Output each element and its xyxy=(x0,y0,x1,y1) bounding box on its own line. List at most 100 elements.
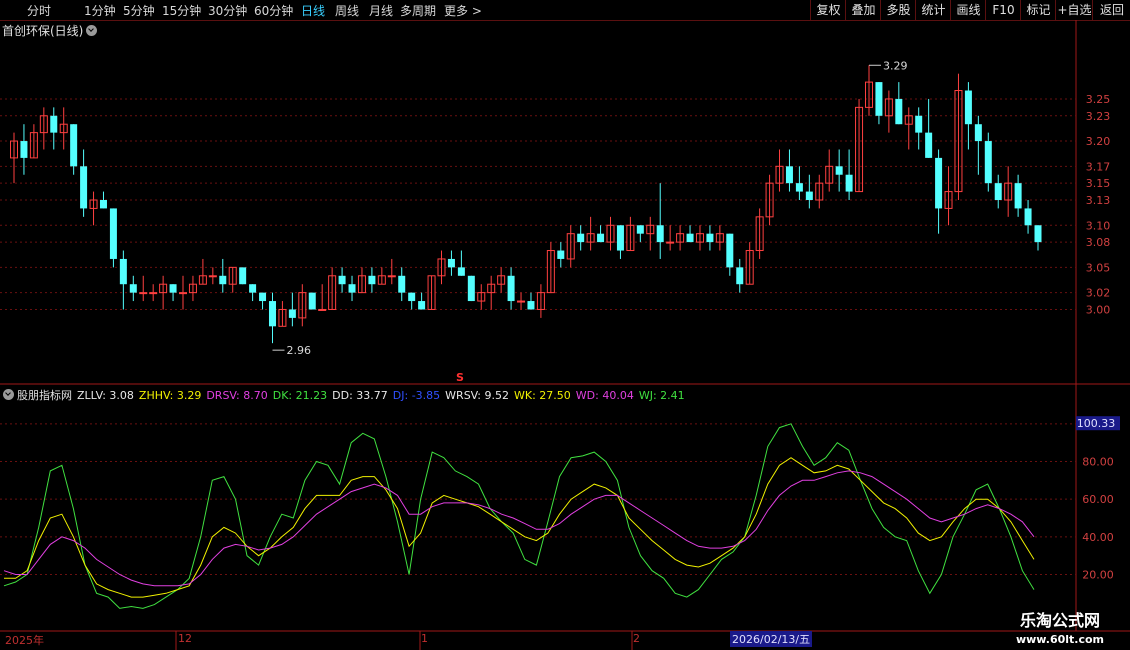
price-tick-6: 3.10 xyxy=(1086,219,1111,232)
date-label-feb: 2 xyxy=(633,632,640,645)
candle-body-26 xyxy=(268,301,276,327)
indicator-value-0: ZLLV: 3.08 xyxy=(77,389,134,402)
indicator-value-9: WJ: 2.41 xyxy=(638,389,685,402)
cursor-date: 2026/02/13/五 xyxy=(730,631,813,647)
price-tick-3: 3.17 xyxy=(1086,160,1111,173)
indicator-value-6: WRSV: 9.52 xyxy=(445,389,509,402)
candle-body-23 xyxy=(239,267,247,285)
indicator-value-3: DK: 21.23 xyxy=(272,389,328,402)
indicator-value-8: WD: 40.04 xyxy=(575,389,634,402)
date-label-2025: 2025年 xyxy=(5,634,44,647)
candle-body-50 xyxy=(507,275,515,302)
sell-marker: S xyxy=(456,371,464,384)
candle-body-84 xyxy=(845,174,853,192)
low-label: 2.96 xyxy=(286,344,311,357)
candle-body-102 xyxy=(1024,208,1032,226)
candle-body-24 xyxy=(249,284,257,293)
ind-tick-4: 20.00 xyxy=(1082,569,1114,582)
candle-body-52 xyxy=(527,301,535,310)
candle-body-20 xyxy=(208,275,217,278)
candle-body-78 xyxy=(785,166,793,184)
candle-body-65 xyxy=(656,225,664,243)
ind-tick-3: 40.00 xyxy=(1082,531,1114,544)
chevron-down-icon[interactable] xyxy=(3,389,14,400)
candle-body-61 xyxy=(616,225,624,251)
price-tick-4: 3.15 xyxy=(1086,177,1111,190)
candle-body-11 xyxy=(119,258,127,285)
candle-body-17 xyxy=(179,292,188,295)
candle-body-36 xyxy=(368,275,376,285)
indicator-name: 股朋指标网 xyxy=(17,389,72,402)
candle-body-41 xyxy=(418,301,426,310)
candle-body-92 xyxy=(925,132,933,158)
candle-body-34 xyxy=(348,284,356,293)
candle-body-68 xyxy=(686,233,694,243)
indicator-value-1: ZHHV: 3.29 xyxy=(138,389,202,402)
candle-body-63 xyxy=(636,225,644,234)
candle-body-16 xyxy=(169,284,177,293)
price-tick-1: 3.23 xyxy=(1086,110,1111,123)
candle-body-39 xyxy=(398,275,406,293)
candle-body-25 xyxy=(259,292,267,302)
candle-body-97 xyxy=(974,124,982,142)
candle-body-99 xyxy=(994,183,1002,200)
candle-body-46 xyxy=(467,275,475,302)
candle-body-80 xyxy=(805,191,813,200)
candle-body-91 xyxy=(915,115,923,133)
candle-body-59 xyxy=(597,233,605,243)
candle-body-14 xyxy=(149,292,158,295)
chart-canvas[interactable]: 3.25 3.23 3.20 3.17 3.15 3.13 3.10 3.08 3.05 3.02… xyxy=(0,0,1130,650)
price-tick-9: 3.02 xyxy=(1086,287,1111,300)
price-tick-2: 3.20 xyxy=(1086,135,1111,148)
candle-body-40 xyxy=(408,292,416,302)
candle-body-9 xyxy=(99,200,107,209)
candle-body-45 xyxy=(457,267,465,276)
price-tick-7: 3.08 xyxy=(1086,236,1111,249)
candle-body-98 xyxy=(984,141,992,184)
ind-tick-1: 80.00 xyxy=(1082,456,1114,469)
ind-tick-2: 60.00 xyxy=(1082,493,1114,506)
candle-body-38 xyxy=(387,275,396,278)
candle-body-13 xyxy=(139,292,148,295)
candle-body-79 xyxy=(795,183,803,192)
candle-body-70 xyxy=(706,233,714,243)
indicator-value-5: DJ: -3.85 xyxy=(392,389,441,402)
candle-body-93 xyxy=(935,157,943,209)
candle-body-30 xyxy=(308,292,316,310)
candle-body-28 xyxy=(288,309,296,318)
candle-body-83 xyxy=(835,166,843,175)
candle-body-55 xyxy=(557,250,565,259)
indicator-value-2: DRSV: 8.70 xyxy=(206,389,268,402)
series-line-WD xyxy=(3,470,1035,587)
candle-body-33 xyxy=(338,275,346,285)
date-label-dec: 12 xyxy=(178,632,192,645)
candle-body-51 xyxy=(517,300,526,303)
candle-body-12 xyxy=(129,284,137,293)
price-tick-10: 3.00 xyxy=(1086,303,1111,316)
candle-body-72 xyxy=(726,233,734,268)
series-line-WK xyxy=(4,457,1035,598)
candle-body-89 xyxy=(895,98,903,125)
candle-body-101 xyxy=(1014,183,1022,209)
series-line-DK xyxy=(3,423,1035,609)
candle-body-57 xyxy=(577,233,585,243)
current-value-label: 100.33 xyxy=(1077,417,1116,430)
high-label: 3.29 xyxy=(883,59,908,72)
date-label-jan: 1 xyxy=(421,632,428,645)
candle-body-44 xyxy=(447,258,455,268)
candle-body-6 xyxy=(70,124,78,167)
candle-body-66 xyxy=(666,241,675,244)
candle-body-21 xyxy=(219,275,227,285)
candle-body-73 xyxy=(736,267,744,285)
candle-body-10 xyxy=(109,208,117,259)
candle-body-4 xyxy=(50,115,58,133)
candle-body-103 xyxy=(1034,225,1042,243)
price-tick-8: 3.05 xyxy=(1086,261,1111,274)
candle-body-31 xyxy=(318,308,327,311)
indicator-value-4: DD: 33.77 xyxy=(332,389,388,402)
candle-body-1 xyxy=(20,141,28,158)
watermark-line2: www.60lt.com xyxy=(1015,633,1105,646)
watermark: 乐淘公式网 www.60lt.com xyxy=(995,607,1125,646)
candle-body-87 xyxy=(875,82,883,116)
price-tick-0: 3.25 xyxy=(1086,93,1111,106)
